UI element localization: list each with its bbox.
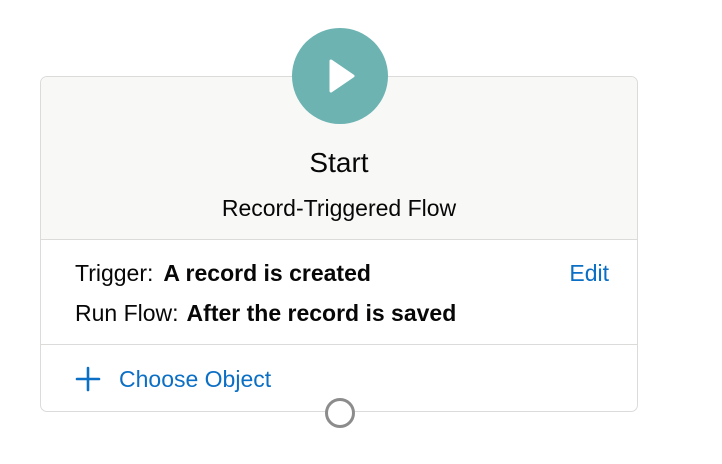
start-node-icon-circle[interactable] [292,28,388,124]
plus-icon [75,366,101,392]
start-node-card[interactable]: Start Record-Triggered Flow Trigger: A re… [40,76,638,412]
node-title: Start [309,147,369,178]
trigger-value: A record is created [163,260,371,286]
connector-circle-icon[interactable] [325,398,355,428]
run-flow-label: Run Flow: [75,300,179,326]
node-subtitle: Record-Triggered Flow [221,195,457,221]
trigger-details: Trigger: A record is created Edit Run Flo… [41,240,637,345]
choose-object-label: Choose Object [119,365,272,392]
flow-canvas: Start Record-Triggered Flow Trigger: A re… [0,0,722,464]
choose-object-button[interactable]: Choose Object [75,363,271,395]
run-flow-value: After the record is saved [186,300,457,326]
trigger-label: Trigger: [75,260,154,286]
run-flow-row: Run Flow: After the record is saved [75,300,456,327]
trigger-row: Trigger: A record is created [75,260,371,287]
edit-trigger-link[interactable]: Edit [569,260,609,287]
play-icon [329,59,355,93]
